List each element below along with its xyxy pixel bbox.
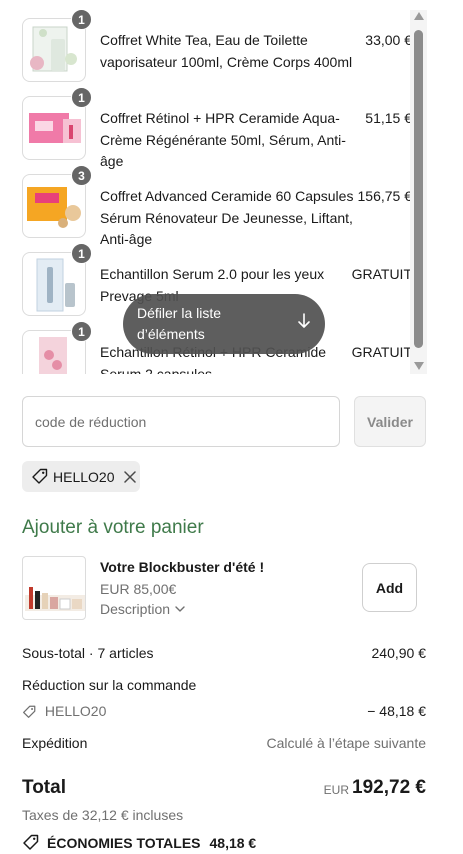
item-price: GRATUIT xyxy=(351,344,412,360)
item-name: Coffret White Tea, Eau de Toilette vapor… xyxy=(100,32,353,70)
item-price: 156,75 € xyxy=(357,188,413,204)
upsell-description-toggle[interactable]: Description xyxy=(100,601,185,617)
taxes-included: Taxes de 32,12 € incluses xyxy=(22,807,184,823)
upsell-product-image xyxy=(22,556,86,620)
item-name: Coffret Rétinol + HPR Ceramide Aqua-Crèm… xyxy=(100,110,346,169)
upsell-product-price: EUR 85,00€ xyxy=(100,581,177,597)
subtotal-label: Sous-total · 7 articles xyxy=(22,645,154,661)
summary-discount-code: HELLO20 xyxy=(44,703,107,719)
tag-icon xyxy=(31,468,48,485)
total-label: Total xyxy=(22,777,66,798)
upsell-heading: Ajouter à votre panier xyxy=(22,517,204,538)
arrow-down-icon xyxy=(297,313,311,335)
apply-discount-button[interactable]: Valider xyxy=(354,396,426,447)
tag-icon xyxy=(22,705,36,719)
shipping-value: Calculé à l’étape suivante xyxy=(266,735,426,751)
chevron-down-icon xyxy=(170,605,185,613)
discount-code-row: HELLO20 − 48,18 € xyxy=(22,702,426,720)
total-currency: EUR xyxy=(323,783,349,797)
order-discount-row: Réduction sur la commande xyxy=(22,676,426,694)
applied-discount-tag: HELLO20 xyxy=(22,461,140,492)
savings-value: 48,18 € xyxy=(209,834,257,851)
item-price: 51,15 € xyxy=(365,110,412,126)
description-label: Description xyxy=(100,601,171,617)
subtotal-row: Sous-total · 7 articles 240,90 € xyxy=(22,644,426,662)
scroll-hint-label: Défiler la liste d’éléments xyxy=(137,305,222,342)
discount-code-input[interactable] xyxy=(22,396,340,447)
total-savings: ÉCONOMIES TOTALES 48,18 € xyxy=(22,834,256,851)
scroll-list-button[interactable]: Défiler la liste d’éléments xyxy=(123,294,325,354)
quantity-badge: 1 xyxy=(71,87,92,108)
item-price: 33,00 € xyxy=(365,32,412,48)
savings-label: ÉCONOMIES TOTALES xyxy=(47,834,201,851)
cart-scrollbar[interactable] xyxy=(410,10,427,374)
quantity-badge: 1 xyxy=(71,243,92,264)
scroll-down-arrow-icon[interactable] xyxy=(414,362,424,370)
remove-discount-icon[interactable] xyxy=(124,470,137,483)
scroll-up-arrow-icon[interactable] xyxy=(414,12,424,20)
shipping-row: Expédition Calculé à l’étape suivante xyxy=(22,734,426,752)
subtotal-value: 240,90 € xyxy=(371,645,427,661)
tag-icon xyxy=(22,834,39,851)
add-upsell-button[interactable]: Add xyxy=(362,563,417,612)
item-name: Coffret Advanced Ceramide 60 Capsules Sé… xyxy=(100,188,354,247)
quantity-badge: 3 xyxy=(71,165,92,186)
quantity-badge: 1 xyxy=(71,9,92,30)
shipping-label: Expédition xyxy=(22,735,88,751)
scroll-thumb[interactable] xyxy=(414,30,423,348)
item-price: GRATUIT xyxy=(351,266,412,282)
total-value: 192,72 € xyxy=(352,777,426,798)
upsell-product-name: Votre Blockbuster d'été ! xyxy=(100,559,265,575)
applied-discount-code: HELLO20 xyxy=(53,468,115,485)
discount-value: − 48,18 € xyxy=(367,703,426,719)
order-discount-label: Réduction sur la commande xyxy=(22,677,197,693)
quantity-badge: 1 xyxy=(71,321,92,342)
